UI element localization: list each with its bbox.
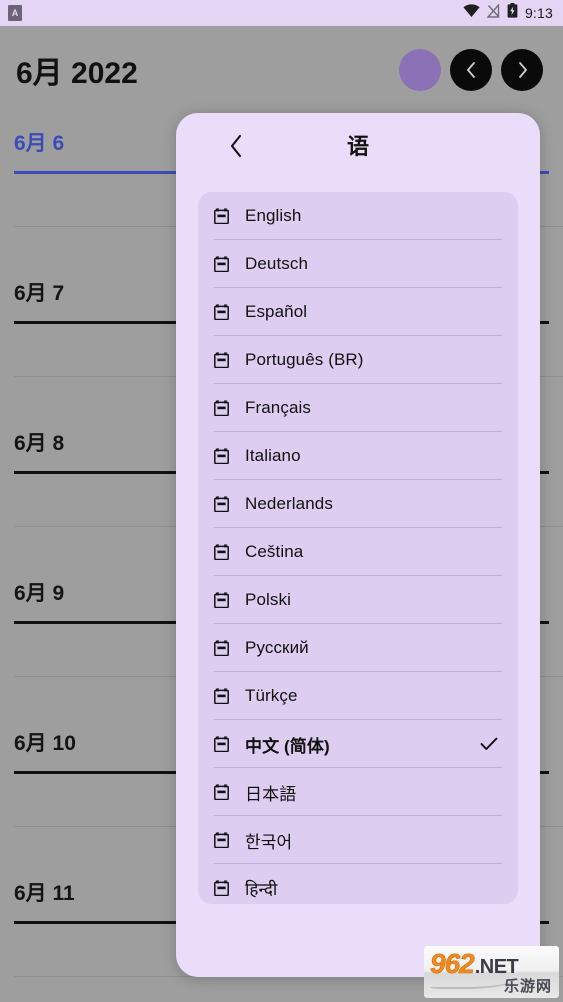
calendar-icon (214, 688, 229, 704)
avatar[interactable] (399, 48, 441, 91)
language-option-label: Polski (245, 590, 291, 609)
back-button[interactable] (222, 133, 252, 163)
app-notification-glyph: A (11, 7, 19, 18)
prev-month-button[interactable] (450, 48, 492, 91)
next-month-button[interactable] (501, 48, 543, 91)
battery-charging-icon (507, 3, 518, 23)
calendar-icon (214, 544, 229, 560)
app-header: 6月 2022 (0, 26, 563, 113)
calendar-icon (214, 448, 229, 464)
language-option[interactable]: Türkçe (198, 672, 518, 720)
calendar-icon (214, 256, 229, 272)
calendar-icon (214, 352, 229, 368)
language-option[interactable]: Português (BR) (198, 336, 518, 384)
calendar-icon (214, 304, 229, 320)
back-chevron-icon (229, 133, 245, 164)
dialog-header: 语 (176, 113, 540, 184)
phone-screen: A 9:13 6月 2022 6月 6 6月 7 6月 8 6月 9 6月 10… (0, 0, 563, 1002)
language-option-label: Français (245, 398, 311, 417)
calendar-icon (214, 832, 229, 848)
language-option-label: हिन्दी (245, 879, 278, 899)
language-option-label: 中文 (简体) (245, 736, 330, 756)
language-option-label: 한국어 (245, 832, 293, 852)
language-option-label: Nederlands (245, 494, 333, 513)
status-bar: A 9:13 (0, 0, 563, 26)
language-option[interactable]: 한국어 (198, 816, 518, 864)
language-option[interactable]: Italiano (198, 432, 518, 480)
watermark-brand: 962 (430, 948, 475, 979)
language-option-list[interactable]: English Deutsch Español Português (BR) Franç… (198, 192, 518, 904)
check-icon (480, 737, 498, 751)
language-option-label: Español (245, 302, 308, 321)
language-option[interactable]: Español (198, 288, 518, 336)
language-option[interactable]: English (198, 192, 518, 240)
site-watermark: 962 .NET 乐游网 (424, 946, 559, 998)
calendar-icon (214, 736, 229, 752)
status-bar-left: A (8, 5, 22, 21)
calendar-icon (214, 496, 229, 512)
status-bar-time: 9:13 (524, 5, 553, 21)
chevron-right-icon (516, 60, 529, 80)
calendar-icon (214, 880, 229, 896)
calendar-icon (214, 784, 229, 800)
watermark-brand-row: 962 .NET (430, 948, 519, 979)
calendar-icon (214, 400, 229, 416)
language-option-label: Deutsch (245, 254, 309, 273)
language-option[interactable]: 中文 (简体) (198, 720, 518, 768)
calendar-icon (214, 640, 229, 656)
language-option-label: Português (BR) (245, 350, 364, 369)
language-option[interactable]: Français (198, 384, 518, 432)
wifi-icon (463, 4, 480, 22)
language-option-label: Türkçe (245, 686, 298, 705)
calendar-icon (214, 592, 229, 608)
language-option-label: Русский (245, 638, 309, 657)
language-option[interactable]: 日本語 (198, 768, 518, 816)
language-dialog: 语 English Deutsch Español Português (BR) Fra… (176, 113, 540, 977)
language-option[interactable]: Polski (198, 576, 518, 624)
watermark-tld: .NET (474, 956, 519, 978)
header-actions (399, 48, 543, 91)
app-notification-icon: A (8, 5, 22, 21)
language-option[interactable]: Ceština (198, 528, 518, 576)
language-option-label: English (245, 206, 302, 225)
language-option-label: 日本語 (245, 784, 297, 804)
chevron-left-icon (465, 60, 478, 80)
status-bar-right: 9:13 (463, 2, 553, 23)
page-title: 6月 2022 (16, 56, 138, 90)
language-option[interactable]: Nederlands (198, 480, 518, 528)
calendar-icon (214, 208, 229, 224)
language-option-label: Ceština (245, 542, 304, 561)
language-option[interactable]: Deutsch (198, 240, 518, 288)
language-option[interactable]: Русский (198, 624, 518, 672)
watermark-subtitle: 乐游网 (503, 978, 552, 995)
language-option-label: Italiano (245, 446, 301, 465)
language-option[interactable]: हिन्दी (198, 864, 518, 904)
signal-off-icon (486, 2, 500, 23)
